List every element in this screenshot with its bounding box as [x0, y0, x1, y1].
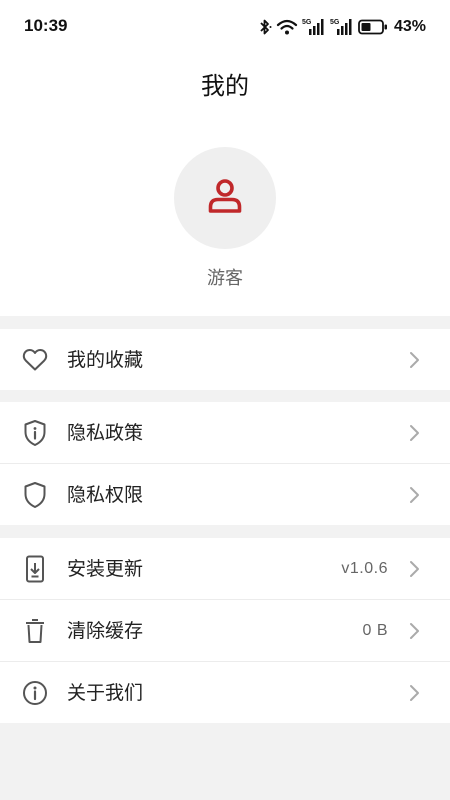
network-label: 5G — [330, 19, 340, 26]
download-phone-icon — [22, 555, 48, 583]
menu-item-label: 安装更新 — [67, 558, 144, 580]
menu-group-app: 安装更新 v1.0.6 清除缓存 0 B 关于我们 — [0, 538, 450, 723]
chevron-right-icon — [408, 622, 420, 640]
menu-item-favorites[interactable]: 我的收藏 — [0, 329, 450, 390]
menu-item-label: 我的收藏 — [67, 349, 144, 371]
version-value: v1.0.6 — [341, 560, 388, 577]
bluetooth-icon — [258, 18, 272, 36]
info-icon — [22, 680, 48, 706]
shield-icon — [22, 482, 48, 508]
menu-item-privacy-policy[interactable]: 隐私政策 — [0, 402, 450, 464]
chevron-right-icon — [408, 486, 420, 504]
status-time: 10:39 — [24, 16, 68, 35]
avatar[interactable] — [174, 147, 276, 249]
menu-item-label: 隐私权限 — [67, 484, 144, 506]
shield-info-icon — [22, 420, 48, 446]
menu-item-label: 隐私政策 — [67, 422, 144, 444]
page-title: 我的 — [201, 72, 249, 100]
menu-item-label: 关于我们 — [67, 682, 144, 704]
battery-icon — [358, 19, 388, 35]
wifi-icon — [276, 18, 298, 36]
chevron-right-icon — [408, 424, 420, 442]
chevron-right-icon — [408, 684, 420, 702]
profile-header-panel: 10:39 5G 5G 43% 我的 游客 — [0, 0, 450, 316]
menu-group-favorites: 我的收藏 — [0, 329, 450, 390]
user-icon — [206, 178, 244, 218]
menu-item-label: 清除缓存 — [67, 620, 144, 642]
menu-item-privacy-permissions[interactable]: 隐私权限 — [0, 464, 450, 525]
signal-5g-icon: 5G — [330, 17, 354, 37]
network-label: 5G — [302, 19, 312, 26]
chevron-right-icon — [408, 351, 420, 369]
cache-size-value: 0 B — [362, 622, 388, 639]
status-icons: 5G 5G 43% — [258, 14, 426, 40]
status-bar: 10:39 5G 5G 43% — [0, 0, 450, 54]
trash-icon — [22, 618, 48, 644]
menu-group-privacy: 隐私政策 隐私权限 — [0, 402, 450, 525]
chevron-right-icon — [408, 560, 420, 578]
signal-5g-icon: 5G — [302, 17, 326, 37]
username: 游客 — [207, 268, 243, 289]
menu-item-about-us[interactable]: 关于我们 — [0, 662, 450, 723]
menu-item-clear-cache[interactable]: 清除缓存 0 B — [0, 600, 450, 662]
heart-icon — [22, 347, 48, 373]
battery-percent: 43% — [393, 18, 426, 35]
menu-item-install-update[interactable]: 安装更新 v1.0.6 — [0, 538, 450, 600]
